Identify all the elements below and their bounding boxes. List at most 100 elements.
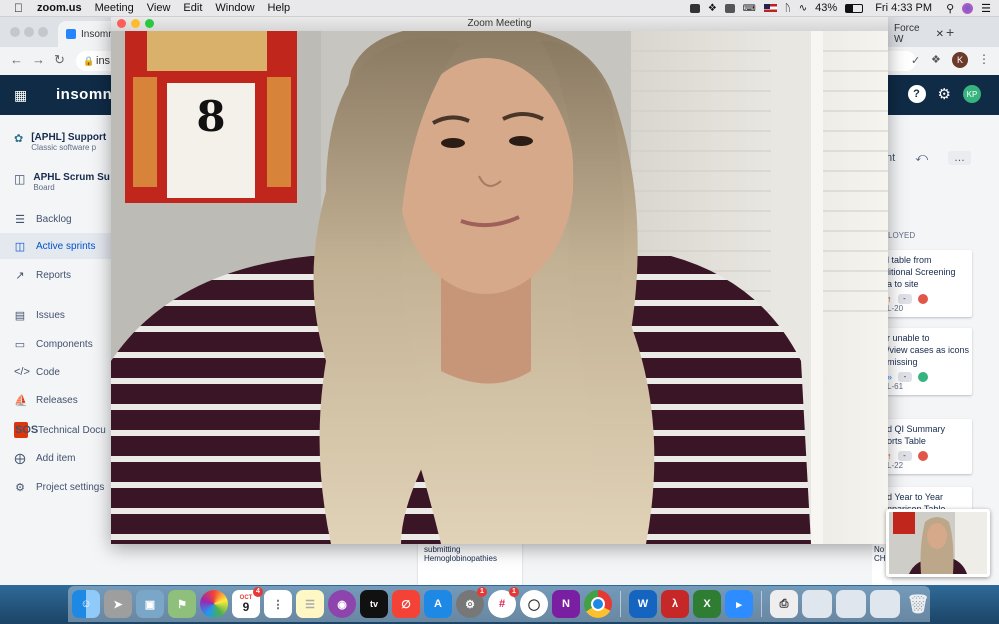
minimized-window-thumbnail[interactable] [870,590,900,618]
settings-gear-icon[interactable]: ⚙ [938,85,951,103]
input-source-flag-icon[interactable] [763,4,777,12]
window-zoom-button[interactable] [38,27,48,37]
participant-video[interactable]: 8 [111,31,888,544]
sidebar-item-label: Project settings [36,482,105,493]
wifi-icon[interactable]: ∿ [799,3,807,14]
extensions-puzzle-icon[interactable]: ❖ [931,53,941,66]
minimized-window-thumbnail[interactable] [836,590,866,618]
chrome-icon[interactable] [584,590,612,618]
dropbox-icon[interactable]: ❖ [708,3,717,14]
battery-icon[interactable] [845,3,864,13]
extension-check-icon[interactable]: ✓ [911,54,920,67]
preview-icon[interactable]: ▣ [136,590,164,618]
photos-icon[interactable] [200,590,228,618]
calendar-icon[interactable]: OCT 9 4 [232,587,263,618]
dock-separator [620,591,621,617]
back-icon[interactable]: ← [10,52,23,67]
spotlight-search-icon[interactable]: ⚲ [946,2,954,15]
browser-menu-icon[interactable]: ⋮ [978,52,990,66]
zoom-close-button[interactable] [117,19,126,28]
launchpad-icon[interactable]: ➤ [104,590,132,618]
apple-menu-icon[interactable]:  [14,1,23,15]
tab-close-icon[interactable]: ✕ [936,29,944,40]
estimate-pill: - [897,451,912,461]
siri-icon[interactable] [962,2,974,14]
obs-icon[interactable]: ◯ [520,590,548,618]
self-view-thumbnail[interactable] [886,509,990,577]
notification-center-icon[interactable]: ☰ [981,2,991,15]
share-icon[interactable]: ⤺ [915,150,928,165]
slack-badge: 1 [509,587,519,597]
bluetooth-icon[interactable]: ᚢ [785,3,791,14]
issue-key: L-61 [887,382,904,391]
zoom-status-icon[interactable] [689,3,700,13]
sidebar-item-code[interactable]: </> Code [14,366,60,378]
estimate-pill: - [898,372,913,382]
zoom-fullscreen-button[interactable] [145,19,154,28]
trash-icon[interactable]: 🗑 [904,590,932,618]
onenote-icon[interactable]: N [552,590,580,618]
system-preferences-icon[interactable]: ⚙ 1 [456,587,487,618]
minimized-window-thumbnail[interactable] [802,590,832,618]
menu-meeting[interactable]: Meeting [95,2,134,14]
clock[interactable]: Fri 4:33 PM [875,2,932,14]
sidebar-item-active-sprints[interactable]: ◫ Active sprints [14,240,96,253]
maps-icon[interactable]: ⚑ [168,590,196,618]
new-tab-icon[interactable]: + [946,24,954,40]
profile-avatar[interactable]: K [952,52,968,68]
sidebar-item-backlog[interactable]: ☰ Backlog [14,213,72,226]
excel-icon[interactable]: X [693,590,721,618]
code-icon: </> [14,366,30,378]
apple-tv-icon[interactable]: tv [360,590,388,618]
reload-icon[interactable]: ↻ [54,52,65,68]
word-icon[interactable]: W [629,590,657,618]
sidebar-item-issues[interactable]: ▤ Issues [14,309,65,322]
sidebar-item-releases[interactable]: ⛵ Releases [14,394,78,407]
news-icon[interactable]: ∅ [392,590,420,618]
zoom-meeting-window[interactable]: Zoom Meeting 8 [111,16,888,544]
card-line: d QI Summary [887,424,946,434]
sidebar-item-project-settings[interactable]: ⚙ Project settings [14,481,104,494]
menu-window[interactable]: Window [215,2,254,14]
issue-card[interactable]: d QI Summary orts Table ↑ - L-22 [880,419,972,474]
menu-view[interactable]: View [147,2,171,14]
reminders-icon[interactable]: ⋮ [264,590,292,618]
keyboard-icon[interactable]: ⌨ [743,3,756,14]
browser-tab-force[interactable]: Force W ✕ [886,21,952,47]
sidebar-project-scrum[interactable]: ◫ APHL Scrum Su Board [14,172,110,192]
sidebar-item-reports[interactable]: ↗ Reports [14,269,71,282]
self-view-frame [889,512,987,574]
user-avatar[interactable]: KP [963,85,981,103]
help-icon[interactable]: ? [907,85,926,103]
app-menu[interactable]: zoom.us [37,2,82,14]
issue-card[interactable]: l table from litional Screening a to sit… [880,250,972,317]
settings-badge: 1 [477,587,487,597]
forward-icon[interactable]: → [32,52,45,67]
sidebar-item-technical-docs[interactable]: SOS Technical Docu [14,422,106,438]
more-actions-icon[interactable]: … [948,150,972,165]
app-store-icon[interactable]: A [424,590,452,618]
app-logo[interactable]: insomni [56,86,117,103]
sidebar-project-support[interactable]: ✿ [APHL] Support Classic software p [14,132,106,152]
printer-icon[interactable]: ⎙ [770,590,798,618]
notes-icon[interactable]: ☰ [296,590,324,618]
window-close-button[interactable] [10,27,20,37]
issue-key: L-20 [887,304,904,313]
acrobat-icon[interactable]: λ [661,590,689,618]
podcasts-icon[interactable]: ◉ [328,590,356,618]
sidebar-item-label: Add item [36,453,76,464]
issue-card[interactable]: r unable to /view cases as icons missing… [880,328,972,395]
bi-icon[interactable] [724,3,735,13]
zoom-title-bar[interactable]: Zoom Meeting [111,16,888,31]
board-icon: ◫ [14,241,26,253]
finder-icon[interactable]: ☺ [72,590,100,618]
app-switcher-icon[interactable]: ▦ [14,87,27,104]
window-minimize-button[interactable] [24,27,34,37]
slack-icon[interactable]: #1 [488,587,519,618]
zoom-icon[interactable]: ▸ [725,590,753,618]
sidebar-item-components[interactable]: ▭ Components [14,338,93,351]
zoom-minimize-button[interactable] [131,19,140,28]
menu-edit[interactable]: Edit [183,2,202,14]
sidebar-item-add-item[interactable]: ⨁ Add item [14,452,76,465]
menu-help[interactable]: Help [268,2,291,14]
